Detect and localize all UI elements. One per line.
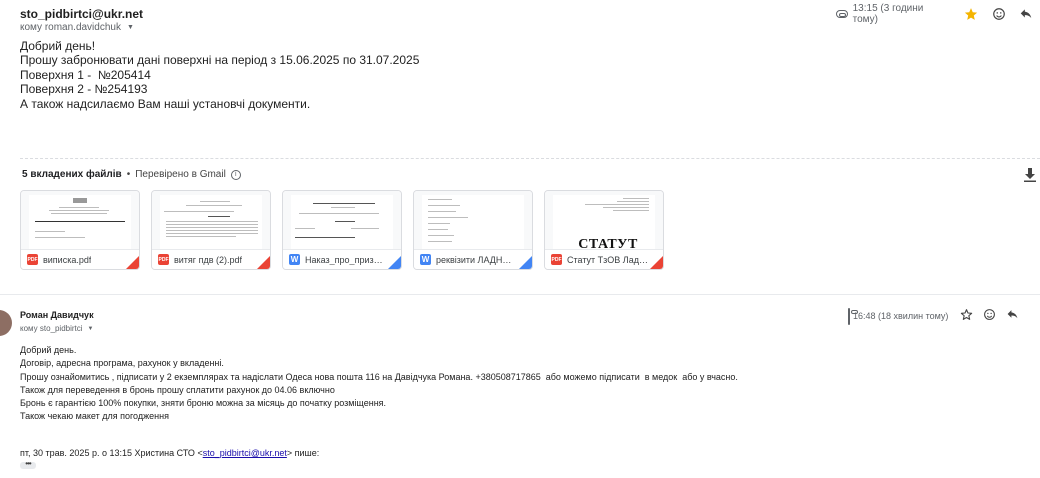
word-icon: W: [420, 254, 431, 265]
file-corner: [519, 256, 532, 269]
quote-header: пт, 30 трав. 2025 р. о 13:15 Христина СТ…: [20, 448, 319, 458]
chevron-down-icon[interactable]: ▼: [127, 24, 134, 31]
message-body: Добрий день! Прошу забронювати дані пове…: [20, 39, 419, 111]
body-line: Добрий день!: [20, 39, 96, 53]
attachments-count: 5 вкладених файлів: [22, 169, 122, 180]
body-line: Добрий день.: [20, 345, 77, 355]
download-all-icon[interactable]: [1024, 168, 1036, 182]
attachments-header: 5 вкладених файлів • Перевірено в Gmail …: [22, 169, 241, 180]
message-body: Добрий день. Договір, адресна програма, …: [20, 344, 738, 424]
info-icon[interactable]: i: [230, 169, 241, 180]
pdf-icon: PDF: [551, 254, 562, 265]
attachment-icon: [834, 6, 850, 22]
quote-suffix: > пише:: [286, 448, 320, 458]
pdf-icon: PDF: [158, 254, 169, 265]
attachment-thumbnail: СТАТУТ: [545, 191, 663, 249]
quote-email-link[interactable]: sto_pidbirtci@ukr.net: [203, 448, 287, 458]
message-meta: 13:15 (3 години тому): [834, 3, 1034, 25]
attachment-name: Статут ТзОВ Лад…: [567, 254, 648, 265]
recipient-label: кому sto_pidbirtci: [20, 324, 83, 333]
body-line: Також для переведення в бронь прошу спла…: [20, 384, 335, 395]
show-trimmed-content-button[interactable]: •••: [20, 460, 36, 469]
attachment-card[interactable]: PDF витяг пдв (2).pdf: [151, 190, 271, 270]
star-icon[interactable]: [963, 6, 979, 22]
attachment-icon: [848, 307, 850, 325]
recipient-label: кому roman.davidchuk: [20, 22, 121, 33]
file-corner: [650, 256, 663, 269]
sender-name[interactable]: Роман Давидчук: [20, 310, 94, 320]
file-corner: [388, 256, 401, 269]
file-corner: [126, 256, 139, 269]
body-line: Бронь є гарантією 100% покупки, зняти бр…: [20, 398, 387, 409]
attachments-divider: [20, 158, 1040, 159]
attachment-name: витяг пдв (2).pdf: [174, 254, 243, 265]
attachment-card[interactable]: W реквізити ЛАДН…: [413, 190, 533, 270]
attachment-thumbnail: [152, 191, 270, 249]
attachment-card[interactable]: PDF виписка.pdf: [20, 190, 140, 270]
attachment-footer: PDF виписка.pdf: [21, 249, 139, 269]
attachment-footer: PDF Статут ТзОВ Лад…: [545, 249, 663, 269]
message-1: sto_pidbirtci@ukr.net кому roman.davidch…: [0, 0, 1040, 288]
attachment-name: виписка.pdf: [43, 254, 92, 265]
attachment-thumbnail: [283, 191, 401, 249]
body-line: Поверхня 2 - №254193: [20, 82, 148, 97]
attachment-footer: W Наказ_про_приз…: [283, 249, 401, 269]
attachment-thumbnail: [414, 191, 532, 249]
star-outline-icon[interactable]: [960, 308, 973, 324]
attachment-card[interactable]: W Наказ_про_приз…: [282, 190, 402, 270]
body-line: Прошу ознайомитись , підписати у 2 екзем…: [20, 371, 738, 382]
body-line: А також надсилаємо Вам наші установчі до…: [20, 96, 311, 111]
recipient-line[interactable]: кому sto_pidbirtci ▼: [20, 324, 94, 333]
avatar[interactable]: [0, 310, 12, 336]
message-time: 13:15 (3 години тому): [852, 3, 924, 25]
attachment-name: Наказ_про_приз…: [305, 254, 383, 265]
quote-prefix: пт, 30 трав. 2025 р. о 13:15 Христина СТ…: [20, 448, 203, 458]
body-line: Прошу забронювати дані поверхні на періо…: [20, 53, 420, 68]
file-corner: [257, 256, 270, 269]
attachment-thumbnail: [21, 191, 139, 249]
recipient-line[interactable]: кому roman.davidchuk ▼: [20, 22, 134, 33]
emoji-reaction-icon[interactable]: [991, 6, 1007, 22]
word-icon: W: [289, 254, 300, 265]
attachment-footer: PDF витяг пдв (2).pdf: [152, 249, 270, 269]
message-time: 16:48 (18 хвилин тому): [853, 311, 949, 321]
thumbnail-title: СТАТУТ: [578, 237, 638, 249]
attachment-card[interactable]: СТАТУТ PDF Статут ТзОВ Лад…: [544, 190, 664, 270]
reply-icon[interactable]: [1006, 308, 1019, 324]
bullet: •: [126, 169, 131, 180]
attachment-name: реквізити ЛАДН…: [436, 254, 512, 265]
body-line: Також чекаю макет для погодження: [20, 411, 169, 422]
reply-icon[interactable]: [1018, 6, 1034, 22]
attachment-footer: W реквізити ЛАДН…: [414, 249, 532, 269]
chevron-down-icon[interactable]: ▼: [88, 326, 94, 332]
message-2: Роман Давидчук кому sto_pidbirtci ▼ 16:4…: [0, 296, 1040, 478]
sender-email[interactable]: sto_pidbirtci@ukr.net: [20, 7, 143, 21]
message-separator: [0, 294, 1040, 295]
message-meta: 16:48 (18 хвилин тому): [848, 307, 1034, 325]
body-line: Поверхня 1 - №205414: [20, 67, 151, 82]
scan-status: Перевірено в Gmail: [135, 169, 226, 180]
pdf-icon: PDF: [27, 254, 38, 265]
emoji-reaction-icon[interactable]: [983, 308, 996, 324]
body-line: Договір, адресна програма, рахунок у вкл…: [20, 358, 224, 369]
